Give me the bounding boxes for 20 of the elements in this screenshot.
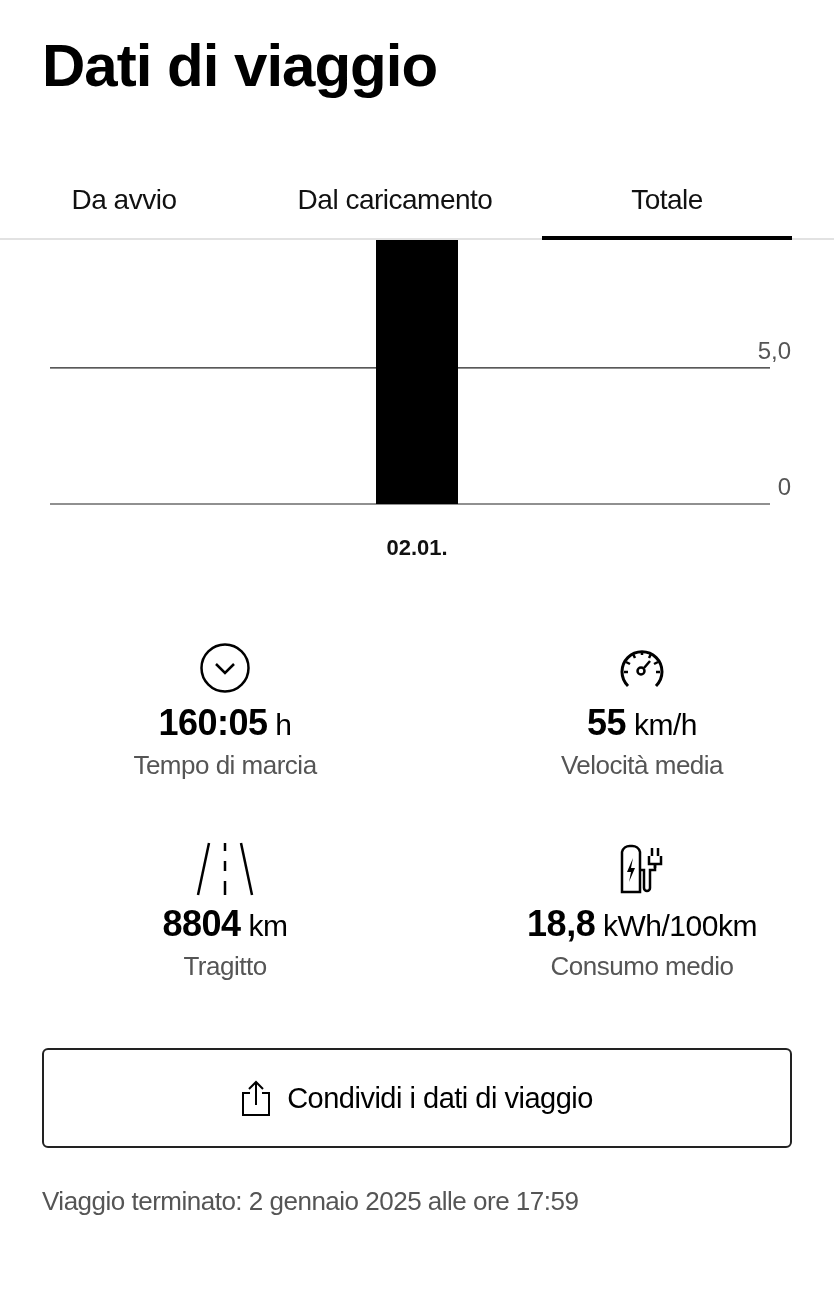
stat-label: Consumo medio <box>550 951 734 982</box>
axis-label: 0 <box>777 473 791 500</box>
tab[interactable]: Dal caricamento <box>206 172 542 240</box>
axis-label: 5,0 <box>757 336 791 364</box>
road-icon <box>196 841 254 897</box>
stat-value: 18,8 kWh/100km <box>527 903 757 945</box>
tab[interactable]: Da avvio <box>42 172 206 240</box>
clock-icon <box>199 642 251 694</box>
axis-label: 02.01. <box>386 535 448 560</box>
stat-value: 8804 km <box>162 903 288 945</box>
stat-value: 55 km/h <box>587 702 697 744</box>
share-icon <box>241 1079 272 1117</box>
page-title: Dati di viaggio <box>41 31 439 101</box>
tab[interactable]: Totale <box>542 172 792 240</box>
stat-value: 160:05 h <box>158 702 292 744</box>
stat-label: Tempo di marcia <box>133 750 317 781</box>
stat-label: Velocità media <box>560 750 724 781</box>
stat-label: Tragitto <box>183 951 267 982</box>
share-button[interactable]: Condividi i dati di viaggio <box>42 1048 792 1148</box>
trip-end-text: Viaggio terminato: 2 gennaio 2025 alle ore 17:59 <box>41 1185 580 1217</box>
